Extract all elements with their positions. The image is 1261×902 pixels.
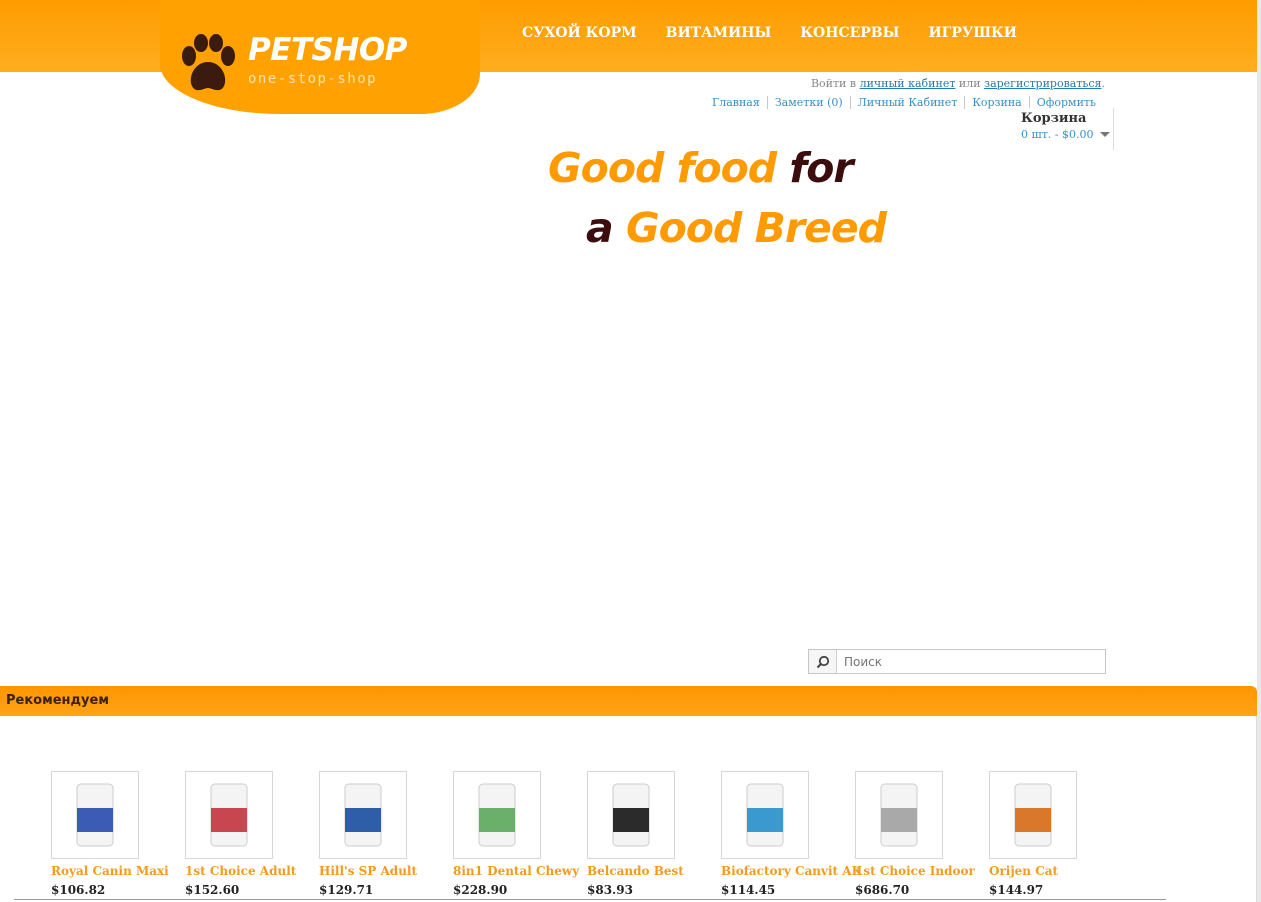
product-price: $152.60 — [185, 883, 240, 897]
banner-headline-line1: Good food for — [548, 144, 854, 192]
product-price: $686.70 — [855, 883, 910, 897]
nav-canned-food[interactable]: КОНСЕРВЫ — [800, 25, 899, 41]
product-image[interactable] — [185, 771, 273, 859]
link-notes[interactable]: Заметки (0) — [766, 96, 850, 109]
brand-tagline: one-stop-shop — [248, 71, 378, 87]
product-card[interactable]: 1st Choice Indoor $686.70 — [855, 771, 975, 897]
chevron-down-icon — [1099, 132, 1110, 137]
cart-summary-text: 0 шт. - $0.00 — [1021, 128, 1094, 141]
nav-toys[interactable]: ИГРУШКИ — [928, 25, 1017, 41]
product-name[interactable]: Royal Canin Maxi — [51, 864, 169, 878]
register-link[interactable]: зарегистрироваться — [984, 77, 1101, 90]
login-suffix: . — [1101, 77, 1106, 90]
product-card[interactable]: Royal Canin Maxi $106.82 — [51, 771, 169, 897]
recommended-title: Рекомендуем — [6, 693, 109, 708]
product-price: $114.45 — [721, 883, 776, 897]
hero-banner — [0, 116, 1261, 686]
banner-headline-line2: a Good Breed — [586, 204, 887, 252]
search-input[interactable] — [837, 654, 1097, 669]
product-name[interactable]: Belcando Best — [587, 864, 684, 878]
paw-logo-icon — [182, 34, 235, 91]
product-image[interactable] — [721, 771, 809, 859]
product-card[interactable]: 1st Choice Adult $152.60 — [185, 771, 296, 897]
food-bowl-illustration — [586, 367, 832, 568]
product-list: Royal Canin Maxi $106.82 1st Choice Adult $… — [51, 771, 1077, 897]
brand-name[interactable]: PETSHOP — [248, 32, 407, 68]
product-card[interactable]: 8in1 Dental Chewy $228.90 — [453, 771, 579, 897]
product-price: $129.71 — [319, 883, 374, 897]
product-price: $228.90 — [453, 883, 508, 897]
banner-text-good-food: Good food — [548, 144, 777, 192]
product-image[interactable] — [51, 771, 139, 859]
product-price: $83.93 — [587, 883, 633, 897]
product-image[interactable] — [319, 771, 407, 859]
banner-text-for: for — [789, 144, 853, 192]
product-image[interactable] — [989, 771, 1077, 859]
search-icon[interactable] — [809, 650, 837, 673]
dog-illustration — [225, 156, 515, 608]
link-account[interactable]: Личный Кабинет — [849, 96, 965, 109]
product-name[interactable]: Orijen Cat — [989, 864, 1077, 878]
banner-text-a: a — [586, 204, 614, 252]
divider — [14, 899, 1166, 900]
product-name[interactable]: 1st Choice Adult — [185, 864, 296, 878]
nav-dry-food[interactable]: СУХОЙ КОРМ — [522, 25, 637, 41]
product-price: $106.82 — [51, 883, 106, 897]
login-prompt: Войти в личный кабинет или зарегистриров… — [811, 77, 1105, 90]
product-price: $144.97 — [989, 883, 1044, 897]
product-card[interactable]: Orijen Cat $144.97 — [989, 771, 1077, 897]
product-name[interactable]: Biofactory Canvit AK — [721, 864, 862, 878]
product-card[interactable]: Biofactory Canvit AK $114.45 — [721, 771, 862, 897]
login-link[interactable]: личный кабинет — [860, 77, 956, 90]
hero-illustration — [0, 116, 1261, 686]
link-home[interactable]: Главная — [705, 96, 767, 109]
product-card[interactable]: Belcando Best $83.93 — [587, 771, 684, 897]
login-middle: или — [958, 77, 981, 90]
search-box — [808, 649, 1106, 674]
product-image[interactable] — [587, 771, 675, 859]
cart-widget[interactable]: Корзина 0 шт. - $0.00 — [1006, 108, 1114, 150]
cart-summary[interactable]: 0 шт. - $0.00 — [1021, 128, 1113, 141]
cart-title: Корзина — [1021, 111, 1087, 126]
login-prefix: Войти в — [810, 77, 857, 90]
nav-vitamins[interactable]: ВИТАМИНЫ — [666, 25, 772, 41]
product-name[interactable]: Hill's SP Adult — [319, 864, 417, 878]
product-card[interactable]: Hill's SP Adult $129.71 — [319, 771, 417, 897]
recommended-header: Рекомендуем — [0, 686, 1257, 716]
product-name[interactable]: 1st Choice Indoor — [855, 864, 975, 878]
product-name[interactable]: 8in1 Dental Chewy — [453, 864, 579, 878]
scrollbar[interactable] — [1257, 0, 1261, 902]
product-image[interactable] — [855, 771, 943, 859]
main-navigation: СУХОЙ КОРМ ВИТАМИНЫ КОНСЕРВЫ ИГРУШКИ — [522, 25, 1017, 41]
banner-text-good-breed: Good Breed — [625, 204, 887, 252]
product-image[interactable] — [453, 771, 541, 859]
